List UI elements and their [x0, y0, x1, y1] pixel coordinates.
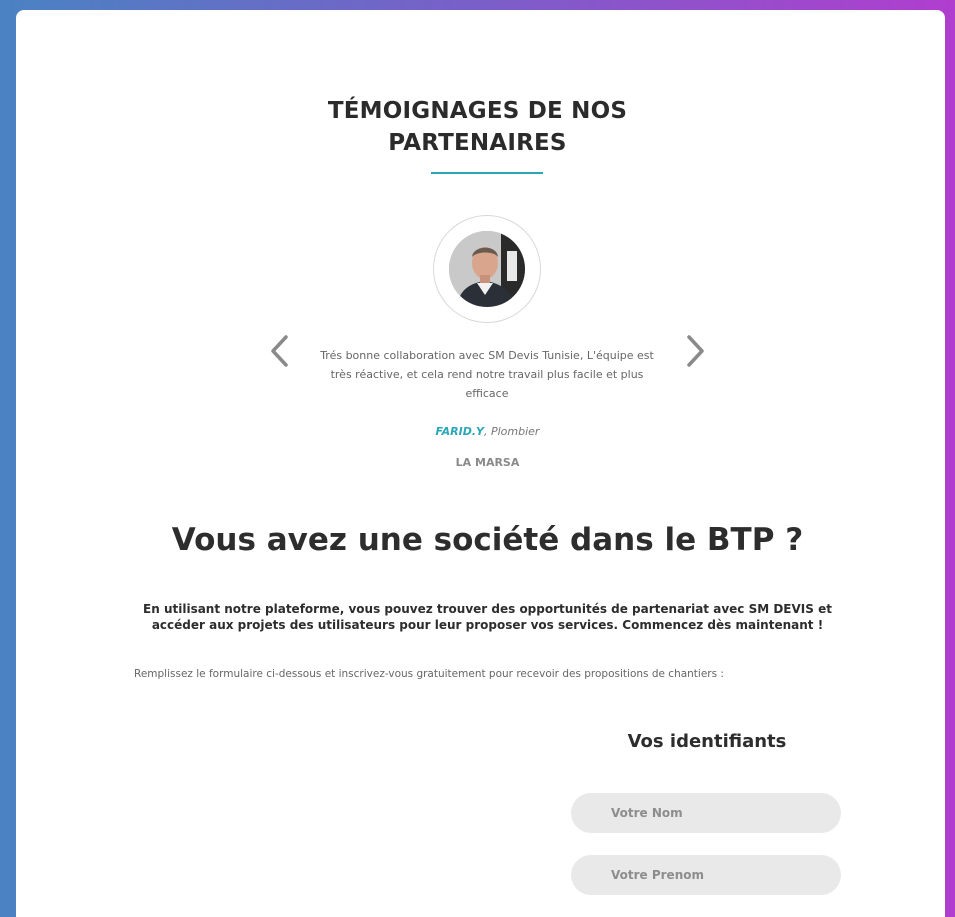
author-name: FARID.Y	[435, 425, 484, 438]
partner-lead: En utilisant notre plateforme, vous pouv…	[143, 602, 832, 632]
testimonials-title-line1: TÉMOIGNAGES DE NOS	[327, 98, 628, 124]
testimonials-title: TÉMOIGNAGES DE NOS PARTENAIRES	[0, 95, 955, 159]
form-instruction: Remplissez le formulaire ci-dessous et i…	[134, 668, 724, 680]
chevron-left-icon	[271, 335, 288, 367]
testimonial-author: FARID.Y, Plombier	[0, 425, 955, 438]
testimonial-quote: Trés bonne collaboration avec SM Devis T…	[320, 349, 654, 400]
carousel-next-button[interactable]	[681, 334, 709, 368]
form-title: Vos identifiants	[627, 731, 787, 752]
nom-input[interactable]	[571, 793, 841, 833]
title-underline	[431, 172, 543, 174]
partner-headline: Vous avez une société dans le BTP ?	[171, 522, 804, 558]
testimonial-city: LA MARSA	[455, 456, 520, 469]
person-photo-icon	[449, 231, 525, 307]
prenom-input[interactable]	[571, 855, 841, 895]
avatar	[449, 231, 525, 307]
author-role: , Plombier	[483, 425, 540, 438]
chevron-right-icon	[687, 335, 704, 367]
testimonials-title-line2: PARTENAIRES	[388, 130, 567, 156]
carousel-prev-button[interactable]	[266, 334, 294, 368]
